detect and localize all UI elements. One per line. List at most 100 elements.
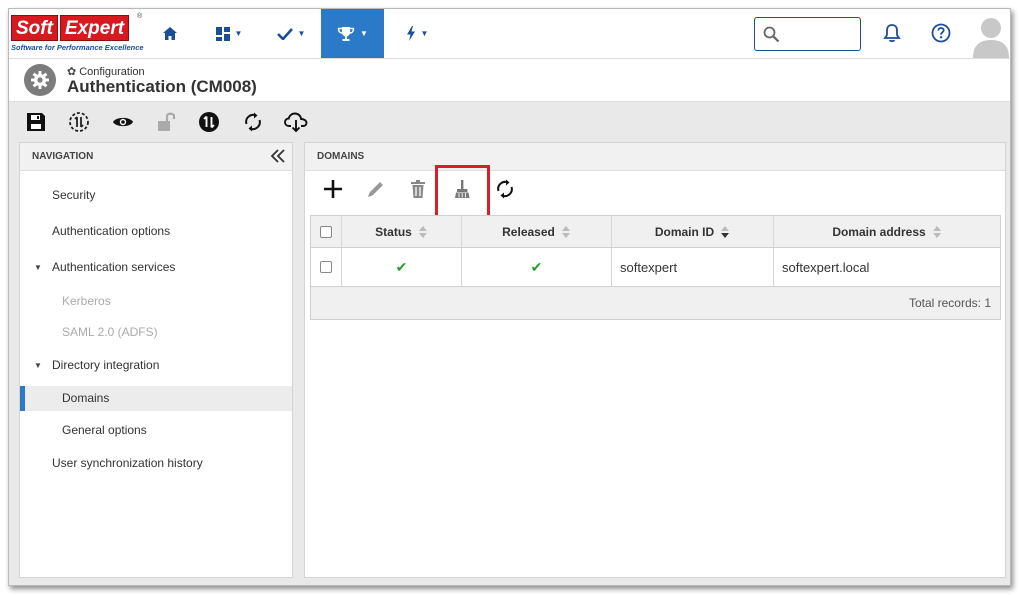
edit-button[interactable] xyxy=(363,176,389,202)
search-icon xyxy=(763,26,780,43)
sort-icon xyxy=(561,225,571,239)
nav-item-label: Directory integration xyxy=(52,358,160,372)
logo-word-expert: Expert xyxy=(59,15,130,41)
sort-descending-icon xyxy=(720,225,730,239)
domains-panel: DOMAINS Status Released Domain ID Domain… xyxy=(304,142,1006,578)
clean-button-highlight xyxy=(435,165,490,218)
column-label: Domain ID xyxy=(654,224,715,239)
add-icon xyxy=(324,180,342,198)
page-header: ✿ Configuration Authentication (CM008) xyxy=(9,59,1010,102)
nav-tasks[interactable]: ▼ xyxy=(271,9,311,58)
lightning-icon xyxy=(406,26,415,41)
notifications-button[interactable] xyxy=(881,22,903,44)
nav-item-authentication-options[interactable]: Authentication options xyxy=(20,219,292,244)
column-domain-id[interactable]: Domain ID xyxy=(612,216,774,247)
nav-item-authentication-services[interactable]: ▼ Authentication services xyxy=(20,255,292,280)
record-toolbar xyxy=(9,103,1010,141)
nav-item-directory-integration[interactable]: ▼ Directory integration xyxy=(20,353,292,378)
save-icon xyxy=(27,113,45,131)
table-row[interactable]: ✔ ✔ softexpert softexpert.local xyxy=(311,248,1000,287)
logo-tagline: Software for Performance Excellence xyxy=(11,43,144,52)
expand-triangle-icon[interactable]: ▼ xyxy=(34,353,42,378)
edit-icon xyxy=(368,182,383,197)
nav-item-label: Authentication options xyxy=(52,224,171,238)
nav-performance[interactable]: ▼ xyxy=(321,9,384,58)
domain-id-value: softexpert xyxy=(620,259,678,275)
delete-button[interactable] xyxy=(405,176,431,202)
select-all-cell xyxy=(311,216,342,247)
top-bar: Soft Expert ® Software for Performance E… xyxy=(9,9,1010,59)
unlock-button[interactable] xyxy=(155,110,179,134)
total-records: Total records: 1 xyxy=(908,296,991,310)
collapse-panel-button[interactable] xyxy=(270,148,286,176)
nav-item-label: Security xyxy=(52,188,96,202)
sort-icon xyxy=(418,225,428,239)
cloud-download-icon xyxy=(284,112,308,133)
nav-home[interactable] xyxy=(154,9,186,58)
gear-icon xyxy=(31,71,49,89)
unlock-icon xyxy=(158,112,176,131)
nav-item-saml: SAML 2.0 (ADFS) xyxy=(20,320,292,345)
user-avatar[interactable] xyxy=(971,14,1010,58)
column-domain-address[interactable]: Domain address xyxy=(774,216,1000,247)
app-window: Soft Expert ® Software for Performance E… xyxy=(8,8,1011,586)
column-status[interactable]: Status xyxy=(342,216,462,247)
column-released[interactable]: Released xyxy=(462,216,612,247)
sort-icon xyxy=(932,225,942,239)
navigation-header: NAVIGATION xyxy=(20,143,292,171)
trophy-icon xyxy=(337,26,355,41)
help-button[interactable] xyxy=(930,22,952,44)
chevron-down-icon: ▼ xyxy=(234,29,243,38)
page-title: Authentication (CM008) xyxy=(67,77,257,96)
select-all-checkbox[interactable] xyxy=(320,225,332,238)
cloud-download-button[interactable] xyxy=(284,110,308,134)
domain-id-cell: softexpert xyxy=(612,248,774,286)
search-input[interactable] xyxy=(785,24,855,44)
logo-registered-mark: ® xyxy=(137,13,143,20)
nav-item-label: General options xyxy=(62,423,147,437)
checkmark-icon xyxy=(276,27,293,40)
row-checkbox[interactable] xyxy=(320,261,332,273)
domains-title: DOMAINS xyxy=(317,151,365,162)
nav-item-label: User synchronization history xyxy=(52,456,203,470)
revision-button[interactable] xyxy=(67,110,91,134)
nav-item-label: Domains xyxy=(62,391,110,405)
home-icon xyxy=(163,27,177,40)
chevron-down-icon: ▼ xyxy=(420,29,429,38)
add-button[interactable] xyxy=(320,176,346,202)
workflow-button[interactable] xyxy=(197,110,221,134)
domains-header: DOMAINS xyxy=(305,143,1005,171)
workflow-icon xyxy=(199,112,219,132)
sync-button[interactable] xyxy=(241,110,265,134)
chevron-down-icon: ▼ xyxy=(360,29,368,38)
column-label: Domain address xyxy=(832,224,926,239)
nav-item-user-synchronization-history[interactable]: User synchronization history xyxy=(20,451,292,476)
released-cell: ✔ xyxy=(462,248,612,286)
nav-item-label: Kerberos xyxy=(62,294,111,308)
nav-item-label: Authentication services xyxy=(52,260,176,274)
nav-item-general-options[interactable]: General options xyxy=(20,418,292,443)
bell-icon xyxy=(883,24,901,43)
view-icon xyxy=(113,117,133,127)
nav-item-label: SAML 2.0 (ADFS) xyxy=(62,325,158,339)
status-check-icon: ✔ xyxy=(395,258,408,275)
nav-actions[interactable]: ▼ xyxy=(399,9,435,58)
nav-item-kerberos: Kerberos xyxy=(20,289,292,314)
sync-icon xyxy=(245,112,261,132)
refresh-button[interactable] xyxy=(492,176,518,202)
nav-item-domains[interactable]: Domains xyxy=(20,386,292,411)
softexpert-logo[interactable]: Soft Expert ® Software for Performance E… xyxy=(11,13,144,53)
navigation-title: NAVIGATION xyxy=(32,151,94,162)
refresh-icon xyxy=(497,179,513,199)
expand-triangle-icon[interactable]: ▼ xyxy=(34,255,42,280)
status-cell: ✔ xyxy=(342,248,462,286)
nav-dashboards[interactable]: ▼ xyxy=(207,9,251,58)
domain-address-cell: softexpert.local xyxy=(774,248,1000,286)
view-button[interactable] xyxy=(111,110,135,134)
logo-word-soft: Soft xyxy=(11,15,58,41)
nav-item-security[interactable]: Security xyxy=(20,183,292,208)
domains-table: Status Released Domain ID Domain address… xyxy=(310,215,1001,320)
save-button[interactable] xyxy=(24,110,48,134)
row-select-cell xyxy=(311,248,342,286)
breadcrumb-configuration: Configuration xyxy=(79,65,145,78)
